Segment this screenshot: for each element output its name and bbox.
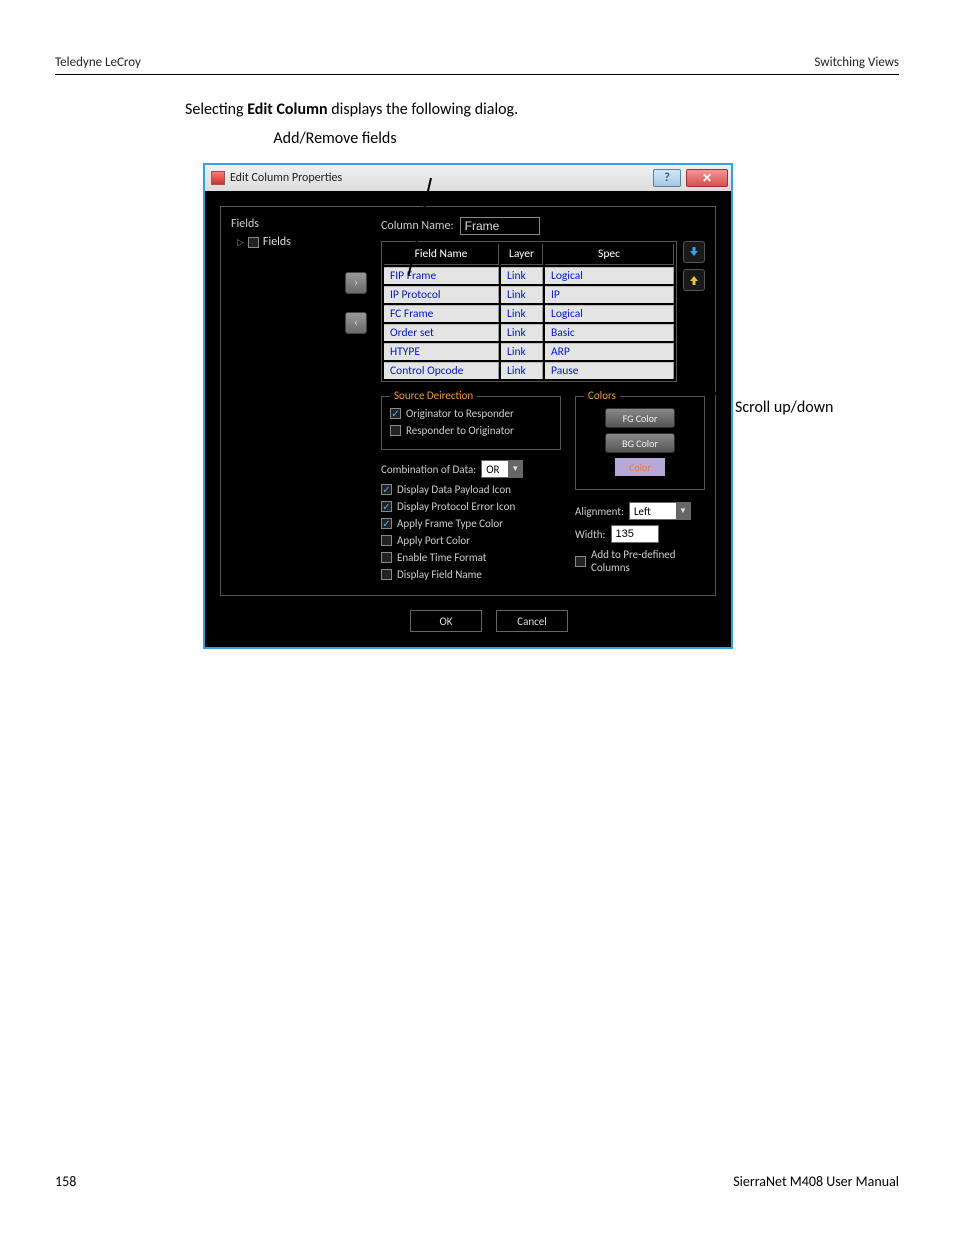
tree-checkbox[interactable] — [248, 237, 259, 248]
ok-button[interactable]: OK — [410, 610, 482, 632]
bg-color-button[interactable]: BG Color — [605, 433, 675, 453]
col-spec: Spec — [545, 244, 674, 265]
tree-root: Fields — [231, 217, 335, 231]
table-row[interactable]: HTYPELinkARP — [384, 343, 674, 360]
callout-add-remove: Add/Remove fields — [235, 129, 435, 148]
table-row[interactable]: FC FrameLinkLogical — [384, 305, 674, 322]
arrow-down-icon — [688, 246, 700, 258]
predefined-label: Add to Pre-defined Columns — [591, 548, 705, 574]
resp-to-orig-label: Responder to Originator — [406, 424, 514, 437]
option-checkbox[interactable] — [381, 518, 392, 529]
dialog-titlebar: Edit Column Properties ? ✕ — [205, 165, 731, 191]
table-row[interactable]: IP ProtocolLinkIP — [384, 286, 674, 303]
dialog-icon — [211, 171, 225, 185]
orig-to-resp-label: Originator to Responder — [406, 407, 514, 420]
cancel-button[interactable]: Cancel — [496, 610, 568, 632]
orig-to-resp-checkbox[interactable] — [390, 408, 401, 419]
alignment-select[interactable]: Left ▼ — [629, 502, 691, 520]
option-checkbox[interactable] — [381, 569, 392, 580]
header-rule — [55, 74, 899, 75]
width-input[interactable] — [611, 525, 659, 543]
table-row[interactable]: FIP FrameLinkLogical — [384, 267, 674, 284]
source-direction-legend: Source Deirection — [390, 389, 477, 402]
alignment-label: Alignment: — [575, 505, 624, 518]
option-label: Apply Frame Type Color — [397, 517, 503, 530]
col-layer: Layer — [501, 244, 543, 265]
table-row[interactable]: Order setLinkBasic — [384, 324, 674, 341]
tree-child-label: Fields — [263, 235, 291, 249]
chevron-down-icon: ▼ — [676, 503, 690, 519]
resp-to-orig-checkbox[interactable] — [390, 425, 401, 436]
fields-tree[interactable]: Fields ▷ Fields — [231, 217, 335, 585]
remove-field-button[interactable]: ‹ — [345, 312, 367, 334]
footer-right: SierraNet M408 User Manual — [733, 1173, 899, 1190]
callout-scroll: Scroll up/down — [735, 398, 833, 417]
option-checkbox[interactable] — [381, 552, 392, 563]
option-label: Enable Time Format — [397, 551, 487, 564]
combination-label: Combination of Data: — [381, 463, 476, 476]
table-row[interactable]: Control OpcodeLinkPause — [384, 362, 674, 379]
combination-select[interactable]: OR ▼ — [481, 460, 523, 478]
option-label: Display Protocol Error Icon — [397, 500, 515, 513]
move-down-button[interactable] — [683, 241, 705, 263]
option-checkbox[interactable] — [381, 535, 392, 546]
option-checkbox[interactable] — [381, 484, 392, 495]
col-field-name: Field Name — [384, 244, 499, 265]
edit-column-dialog: Edit Column Properties ? ✕ Fields ▷ Fiel… — [203, 163, 733, 649]
chevron-down-icon: ▼ — [508, 461, 522, 477]
option-checkbox[interactable] — [381, 501, 392, 512]
source-direction-group: Source Deirection Originator to Responde… — [381, 396, 561, 450]
option-label: Apply Port Color — [397, 534, 470, 547]
arrow-up-icon — [688, 274, 700, 286]
dialog-title: Edit Column Properties — [230, 171, 342, 185]
width-label: Width: — [575, 528, 606, 541]
header-left: Teledyne LeCroy — [55, 55, 141, 70]
move-up-button[interactable] — [683, 269, 705, 291]
option-label: Display Data Payload Icon — [397, 483, 511, 496]
predefined-checkbox[interactable] — [575, 556, 586, 567]
header-right: Switching Views — [814, 55, 899, 70]
help-button[interactable]: ? — [653, 169, 681, 187]
page-number: 158 — [55, 1173, 76, 1190]
close-button[interactable]: ✕ — [686, 169, 728, 187]
column-name-input[interactable] — [460, 217, 540, 235]
add-field-button[interactable]: › — [345, 272, 367, 294]
fields-table[interactable]: Field Name Layer Spec FIP FrameLinkLogic… — [381, 241, 677, 382]
color-sample: Color — [615, 458, 665, 476]
intro-text: Selecting Edit Column displays the follo… — [185, 100, 899, 119]
colors-group: Colors FG Color BG Color Color — [575, 396, 705, 490]
option-label: Display Field Name — [397, 568, 482, 581]
colors-legend: Colors — [584, 389, 620, 402]
tree-expand-icon[interactable]: ▷ — [237, 237, 244, 248]
fg-color-button[interactable]: FG Color — [605, 408, 675, 428]
